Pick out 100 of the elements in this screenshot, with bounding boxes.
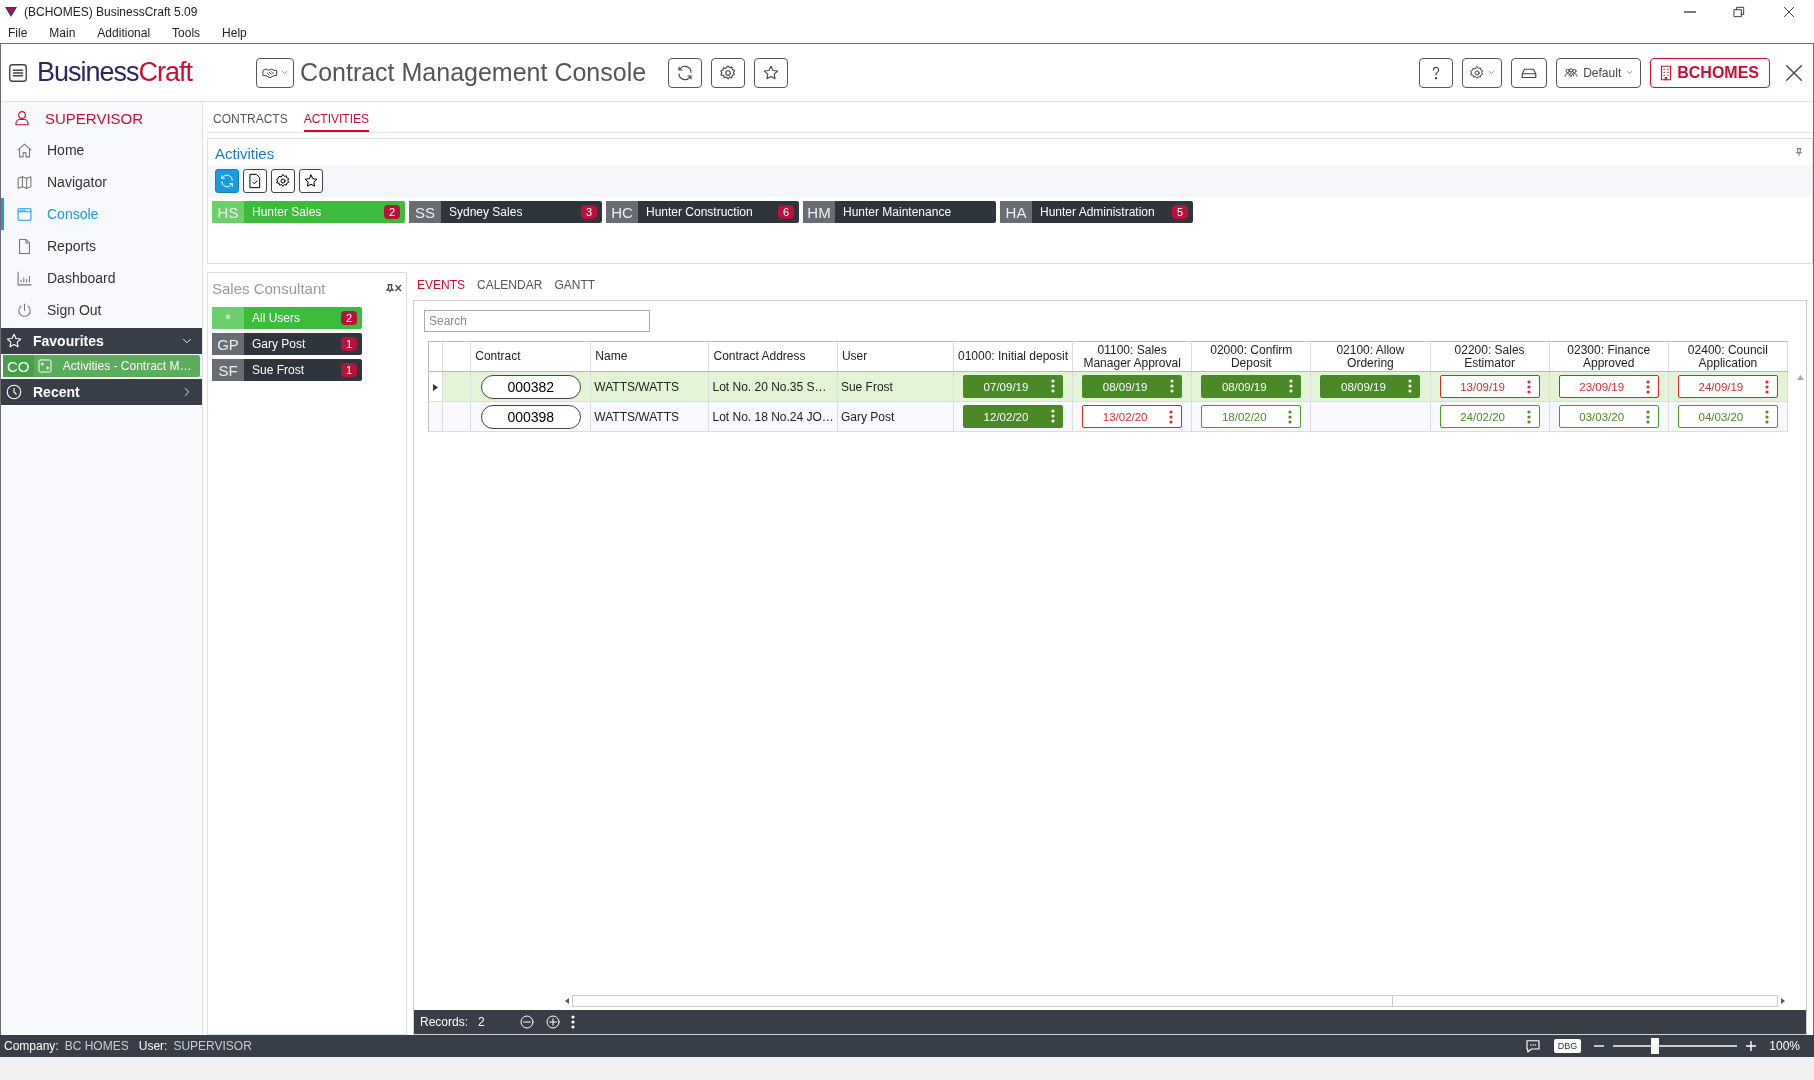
filter-chip[interactable]: HC Hunter Construction 6 <box>606 201 799 223</box>
minimize-icon[interactable] <box>1684 10 1696 13</box>
debug-badge[interactable]: DBG <box>1553 1039 1582 1053</box>
tab[interactable]: CALENDAR <box>477 278 543 292</box>
checklist-button[interactable] <box>243 169 267 193</box>
records-label: Records: <box>420 1015 469 1029</box>
event-date-button[interactable]: 13/02/20 <box>1082 405 1183 428</box>
app-logo-icon <box>4 5 18 18</box>
event-date-button[interactable]: 08/09/19 <box>1082 375 1183 398</box>
refresh-button[interactable] <box>215 169 239 193</box>
menu-item[interactable]: Help <box>222 26 257 40</box>
column-header: 02200: Sales Estimator <box>1454 342 1525 370</box>
panel-title: Sales Consultant <box>212 279 326 297</box>
count-badge: 2 <box>383 205 400 219</box>
contract-button[interactable]: 000398 <box>480 404 581 429</box>
column-header: 02000: Confirm Deposit <box>1210 342 1293 370</box>
favourite-button[interactable] <box>754 57 789 88</box>
caret-icon <box>1486 68 1496 77</box>
more-icon[interactable] <box>1645 380 1650 394</box>
table-cell: Gary Post <box>840 409 895 424</box>
search-field[interactable]: Search <box>424 310 650 332</box>
column-header: 02100: Allow Ordering <box>1336 342 1405 370</box>
contract-button[interactable]: 000382 <box>480 374 581 399</box>
refresh-icon <box>676 63 695 82</box>
column-header: 02300: Finance Approved <box>1567 342 1651 370</box>
column-header: 02400: Council Application <box>1687 342 1768 370</box>
home-icon <box>16 141 33 159</box>
records-count: 2 <box>478 1015 485 1029</box>
refresh-button[interactable] <box>668 57 703 88</box>
pin-icon[interactable] <box>1794 147 1804 157</box>
help-button[interactable] <box>1419 57 1454 88</box>
settings-icon <box>719 63 738 82</box>
table-cell: WATTS/WATTS <box>594 409 679 424</box>
zoom-reading: 100% <box>1769 1039 1800 1053</box>
caret-icon <box>279 68 289 77</box>
pin-close-icon[interactable] <box>386 283 402 293</box>
event-date-button[interactable]: 13/09/19 <box>1439 375 1540 398</box>
event-date-button[interactable]: 08/09/19 <box>1320 375 1421 398</box>
event-date-button[interactable]: 07/09/19 <box>963 375 1063 398</box>
menu-item[interactable]: Tools <box>172 26 211 40</box>
count-badge: 1 <box>340 363 357 377</box>
tab[interactable]: EVENTS <box>417 278 465 292</box>
menu-item[interactable]: Additional <box>97 26 161 40</box>
horizontal-scrollbar[interactable] <box>572 995 1778 1007</box>
count-badge: 1 <box>340 337 357 351</box>
event-date-button[interactable]: 24/02/20 <box>1439 405 1540 428</box>
count-badge: 5 <box>1171 205 1188 219</box>
page-title: Contract Management Console <box>300 58 647 87</box>
filter-chip[interactable]: HM Hunter Maintenance <box>803 201 996 223</box>
event-date-button[interactable]: 03/03/20 <box>1558 405 1659 428</box>
filter-chip[interactable]: SS Sydney Sales 3 <box>409 201 602 223</box>
table-cell: Lot No. 18 No.24 JO… <box>712 409 834 424</box>
more-icon[interactable] <box>1764 380 1769 394</box>
nav-item[interactable]: Sign Out <box>1 294 202 326</box>
power-icon <box>16 301 33 319</box>
profile-dropdown[interactable]: Default <box>1556 57 1642 88</box>
favourite-button[interactable] <box>299 169 323 193</box>
module-dropdown[interactable] <box>256 57 295 88</box>
event-date-button[interactable]: 04/03/20 <box>1677 405 1778 428</box>
nav-item[interactable]: Navigator <box>1 166 202 198</box>
settings-button[interactable] <box>711 57 746 88</box>
star-icon <box>5 332 23 350</box>
menu-item[interactable]: Main <box>49 26 86 40</box>
chat-icon <box>1523 1037 1542 1055</box>
count-badge: 3 <box>580 205 597 219</box>
company-button[interactable]: BCHOMES <box>1650 57 1770 88</box>
drive-button[interactable] <box>1511 57 1548 88</box>
more-icon[interactable] <box>1526 380 1531 394</box>
filter-chip[interactable]: HA Hunter Administration 5 <box>1000 201 1193 223</box>
event-date-button[interactable]: 23/09/19 <box>1558 375 1659 398</box>
tab[interactable]: GANTT <box>554 278 596 292</box>
nav-item[interactable]: Dashboard <box>1 262 202 294</box>
filter-chip[interactable]: * All Users 2 <box>212 307 362 329</box>
favourites-header[interactable]: Favourites <box>1 328 202 354</box>
menu-icon <box>7 61 29 84</box>
nav-item[interactable]: Reports <box>1 230 202 262</box>
zoom-in-icon[interactable] <box>1745 1040 1758 1052</box>
event-date-button[interactable]: 18/02/20 <box>1201 405 1302 428</box>
more-icon[interactable] <box>1169 410 1174 424</box>
tab[interactable]: ACTIVITIES <box>303 112 369 132</box>
nav-item[interactable]: Home <box>1 134 202 166</box>
recent-header[interactable]: Recent <box>1 379 202 405</box>
count-badge: 6 <box>777 205 794 219</box>
settings-button[interactable] <box>271 169 295 193</box>
tab[interactable]: CONTRACTS <box>213 112 288 132</box>
filter-chip[interactable]: HS Hunter Sales 2 <box>212 201 405 223</box>
settings-dropdown[interactable] <box>1462 57 1503 88</box>
menu-item[interactable]: File <box>8 26 38 40</box>
event-date-button[interactable]: 24/09/19 <box>1677 375 1778 398</box>
table-cell: WATTS/WATTS <box>594 379 679 394</box>
filter-chip[interactable]: SF Sue Frost 1 <box>212 359 362 381</box>
refresh-icon <box>219 173 235 189</box>
column-header: Contract Address <box>713 349 806 363</box>
event-date-button[interactable]: 12/02/20 <box>963 405 1063 428</box>
user-value: SUPERVISOR <box>173 1039 252 1053</box>
column-header: 01000: Initial deposit <box>957 349 1069 363</box>
filter-chip[interactable]: GP Gary Post 1 <box>212 333 362 355</box>
user-icon <box>13 109 31 127</box>
more-icon[interactable] <box>570 1015 575 1029</box>
event-date-button[interactable]: 08/09/19 <box>1201 375 1302 398</box>
